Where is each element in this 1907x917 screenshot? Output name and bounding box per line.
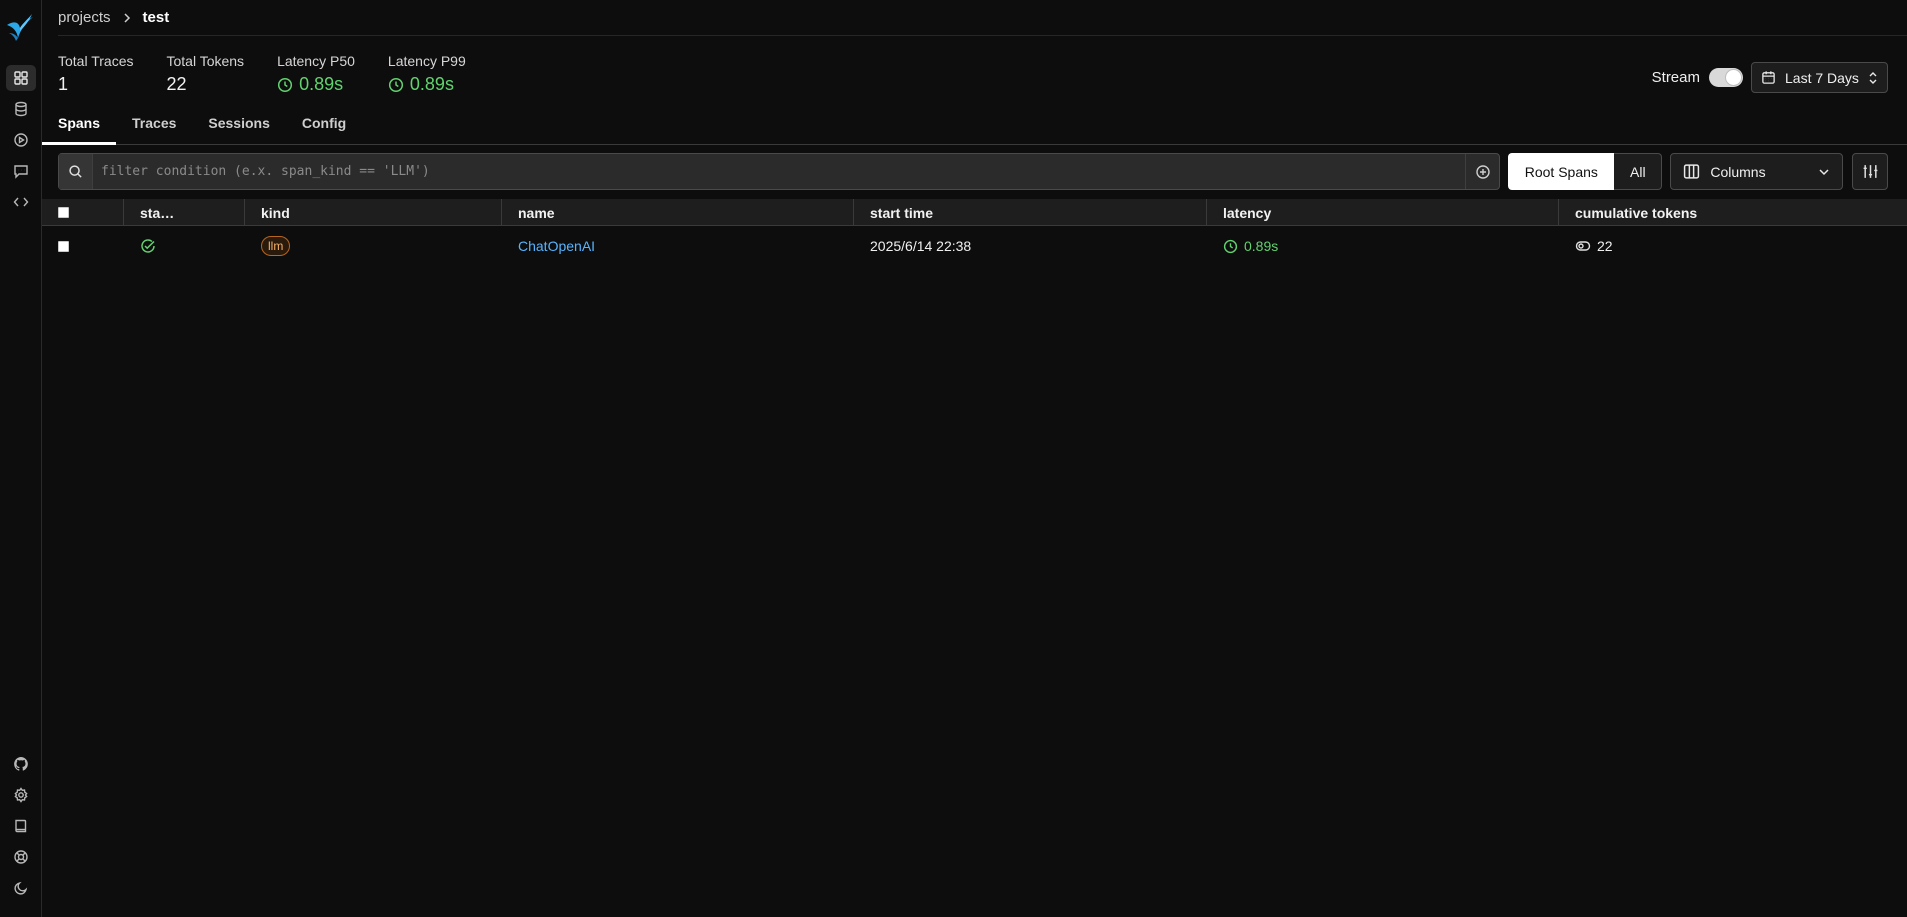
stat-value: 1	[58, 74, 69, 94]
database-icon	[15, 101, 27, 117]
chevron-up-down-icon	[1868, 71, 1878, 85]
start-time-cell: 2025/6/14 22:38	[870, 238, 972, 254]
select-all-checkbox[interactable]	[58, 207, 69, 218]
latency-value-wrapper: 0.89s	[1223, 238, 1278, 254]
all-spans-option[interactable]: All	[1614, 153, 1663, 190]
select-all-cell	[42, 199, 124, 226]
breadcrumb: projects test	[58, 0, 1907, 36]
latency-value: 0.89s	[1244, 238, 1279, 254]
chevron-right-icon	[121, 12, 133, 24]
tokens-value-wrapper: 22	[1575, 238, 1613, 254]
toggle-knob	[1726, 70, 1741, 85]
tokens-cell: 22	[1559, 226, 1907, 266]
play-circle-icon	[14, 133, 28, 147]
lifebuoy-icon	[14, 850, 28, 864]
tab-sessions[interactable]: Sessions	[208, 112, 269, 145]
clock-icon	[278, 77, 293, 92]
stat-total-traces: Total Traces 1	[58, 53, 133, 95]
columns-dropdown[interactable]: Columns	[1670, 153, 1844, 190]
message-icon	[14, 165, 28, 179]
table-row[interactable]: llm ChatOpenAI 2025/6/14 22:38 0.89s 22	[42, 226, 1907, 266]
table-settings-button[interactable]	[1852, 153, 1888, 190]
tokens-value: 22	[1597, 238, 1613, 254]
header-cumulative-tokens[interactable]: cumulative tokens	[1559, 199, 1907, 226]
row-select-cell	[42, 226, 124, 266]
root-spans-option[interactable]: Root Spans	[1508, 153, 1615, 190]
breadcrumb-current: test	[142, 9, 170, 26]
rail-theme-button[interactable]	[6, 875, 36, 901]
header-kind[interactable]: kind	[245, 199, 502, 226]
clock-icon	[388, 77, 403, 92]
stat-value: 0.89s	[409, 74, 454, 94]
spans-table: sta… kind name start time latency cumula…	[42, 199, 1907, 266]
rail-playground-button[interactable]	[6, 127, 36, 153]
stat-total-tokens: Total Tokens 22	[166, 53, 244, 95]
status-cell	[124, 226, 245, 266]
date-range-picker[interactable]: Last 7 Days	[1751, 62, 1888, 93]
rail-prompts-button[interactable]	[6, 158, 36, 184]
filter-search-box	[58, 153, 1501, 190]
stream-label: Stream	[1651, 69, 1700, 86]
github-icon	[14, 757, 28, 771]
columns-icon	[1684, 164, 1700, 179]
filter-bar: Root Spans All Columns	[58, 153, 1888, 190]
kind-cell: llm	[245, 226, 502, 266]
stat-latency-p99: Latency P99 0.89s	[388, 53, 466, 95]
rail-settings-button[interactable]	[6, 782, 36, 808]
status-ok-icon	[141, 239, 155, 253]
stat-label: Total Traces	[58, 53, 134, 69]
tab-traces[interactable]: Traces	[132, 112, 176, 145]
gear-icon	[14, 787, 28, 803]
table-header: sta… kind name start time latency cumula…	[42, 199, 1907, 226]
span-scope-toggle: Root Spans All	[1508, 153, 1663, 190]
clock-icon	[1223, 239, 1238, 253]
latency-cell: 0.89s	[1207, 226, 1559, 266]
stat-label: Total Tokens	[166, 53, 245, 69]
code-icon	[13, 197, 29, 207]
header-name[interactable]: name	[502, 199, 854, 226]
sliders-icon	[1863, 165, 1877, 178]
header-controls: Stream Last 7 Days	[1652, 62, 1888, 93]
rail-datasets-button[interactable]	[6, 96, 36, 122]
book-icon	[15, 819, 27, 833]
calendar-icon	[1762, 71, 1775, 84]
stat-value: 22	[166, 74, 187, 94]
columns-label: Columns	[1710, 163, 1766, 180]
moon-icon	[14, 881, 28, 895]
tab-spans[interactable]: Spans	[42, 112, 117, 145]
project-tabs: Spans Traces Sessions Config	[42, 112, 1907, 145]
span-kind-badge: llm	[261, 236, 291, 256]
rail-docs-button[interactable]	[6, 813, 36, 839]
left-nav-rail	[0, 0, 42, 917]
span-name-link[interactable]: ChatOpenAI	[518, 238, 595, 254]
project-stats: Total Traces 1 Total Tokens 22 Latency P…	[58, 53, 499, 95]
phoenix-logo-icon[interactable]	[5, 11, 35, 43]
token-icon	[1575, 241, 1591, 251]
name-cell: ChatOpenAI	[502, 226, 854, 266]
stat-value-wrapper: 0.89s	[388, 74, 466, 95]
stream-toggle[interactable]	[1709, 68, 1743, 87]
tab-config[interactable]: Config	[302, 112, 346, 145]
header-start-time[interactable]: start time	[854, 199, 1207, 226]
chevron-down-icon	[1818, 166, 1830, 178]
header-status[interactable]: sta…	[124, 199, 245, 226]
rail-projects-button[interactable]	[6, 65, 36, 91]
stat-label: Latency P99	[387, 53, 466, 69]
rail-github-button[interactable]	[6, 751, 36, 777]
rail-support-button[interactable]	[6, 844, 36, 870]
header-latency[interactable]: latency	[1207, 199, 1559, 226]
stat-value-wrapper: 0.89s	[277, 74, 355, 95]
breadcrumb-projects-link[interactable]: projects	[58, 9, 111, 26]
search-icon	[59, 154, 93, 189]
rail-apis-button[interactable]	[6, 189, 36, 215]
stat-label: Latency P50	[277, 53, 355, 69]
add-condition-icon[interactable]	[1465, 154, 1499, 189]
row-checkbox[interactable]	[58, 240, 69, 252]
app-root: projects test Total Traces 1 Total Token…	[0, 0, 1907, 917]
stat-latency-p50: Latency P50 0.89s	[277, 53, 355, 95]
stat-value: 0.89s	[299, 74, 344, 94]
date-range-label: Last 7 Days	[1785, 69, 1859, 86]
filter-condition-input[interactable]	[93, 154, 1466, 189]
grid-icon	[14, 71, 28, 85]
